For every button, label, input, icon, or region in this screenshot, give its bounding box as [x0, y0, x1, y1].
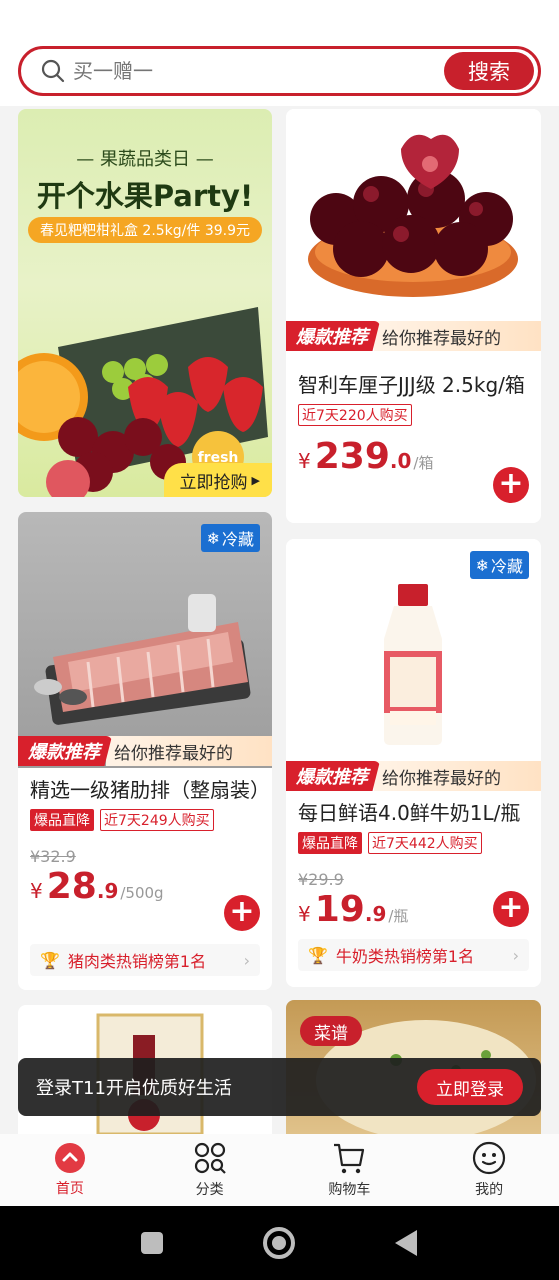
promo-slogan: 给你推荐最好的	[374, 321, 541, 351]
nav-home-label: 首页	[55, 1181, 84, 1197]
sales-tag: 近7天220人购买	[298, 404, 412, 426]
price-integer: 28	[46, 866, 97, 907]
price-integer: 19	[314, 889, 365, 930]
price-decimal: .0	[389, 449, 412, 473]
search-button[interactable]: 搜索	[444, 52, 534, 90]
back-button[interactable]	[395, 1230, 417, 1256]
currency-symbol: ¥	[30, 879, 43, 903]
currency-symbol: ¥	[298, 902, 311, 926]
product-title: 每日鲜语4.0鲜牛奶1L/瓶	[298, 801, 521, 825]
product-title: 精选一级猪肋排（整扇装）	[30, 778, 270, 802]
nav-profile-label: 我的	[475, 1182, 504, 1198]
price-integer: 239	[314, 436, 390, 477]
fruit-basket-image: fresh	[18, 307, 268, 497]
login-toast: 登录T11开启优质好生活 立即登录	[18, 1058, 541, 1116]
home-system-button[interactable]	[263, 1227, 295, 1259]
snowflake-icon: ❄	[206, 528, 220, 548]
nav-cart-label: 购物车	[328, 1182, 371, 1198]
recipe-badge: 菜谱	[300, 1016, 362, 1046]
cold-storage-badge: ❄ 冷藏	[469, 551, 529, 579]
promo-strip: 爆款推荐 给你推荐最好的	[286, 319, 541, 353]
price-decimal: .9	[364, 902, 387, 926]
price-drop-tag: 爆品直降	[30, 809, 94, 831]
product-image-milk: ❄ 冷藏 爆款推荐 给你推荐最好的	[286, 539, 541, 793]
cold-storage-badge: ❄ 冷藏	[200, 524, 260, 552]
chevron-right-icon: ›	[512, 945, 519, 965]
fruit-banner-card[interactable]: — 果蔬品类日 — 开个水果Party! 春见粑粑柑礼盒 2.5kg/件 39.…	[18, 109, 272, 497]
product-title: 智利车厘子JJJ级 2.5kg/箱	[298, 373, 525, 397]
banner-cta-button[interactable]: 立即抢购 ▶	[163, 463, 272, 497]
system-nav-bar	[0, 1206, 559, 1280]
banner-subtitle: — 果蔬品类日 —	[76, 149, 214, 170]
cart-icon	[334, 1143, 365, 1174]
price-unit: /箱	[413, 454, 434, 472]
promo-strip: 爆款推荐 给你推荐最好的	[18, 734, 272, 768]
home-icon	[54, 1143, 85, 1173]
currency-symbol: ¥	[298, 449, 311, 473]
product-card-pork-ribs[interactable]: ❄ 冷藏 爆款推荐 给你推荐最好的 精选一级猪肋排（整扇装） 爆品直降 近7天2…	[18, 512, 272, 990]
login-prompt: 登录T11开启优质好生活	[36, 1078, 232, 1099]
search-icon	[41, 59, 65, 83]
promo-slogan: 给你推荐最好的	[374, 761, 541, 791]
triangle-right-icon: ▶	[251, 473, 260, 487]
chevron-right-icon: ›	[243, 950, 250, 970]
promo-label: 爆款推荐	[286, 321, 380, 351]
nav-category[interactable]: 分类	[140, 1134, 280, 1206]
recents-button[interactable]	[141, 1232, 163, 1254]
add-to-cart-button[interactable]: +	[224, 895, 260, 931]
promo-label: 爆款推荐	[18, 736, 112, 766]
price-unit: /500g	[120, 884, 164, 902]
rank-label: 猪肉类热销榜第1名	[67, 952, 207, 971]
trophy-icon: 🏆	[308, 945, 328, 965]
nav-category-label: 分类	[195, 1182, 224, 1198]
nav-profile[interactable]: 我的	[419, 1134, 559, 1206]
promo-strip: 爆款推荐 给你推荐最好的	[286, 759, 541, 793]
search-header: 搜索	[0, 0, 559, 106]
cold-storage-label: 冷藏	[221, 530, 254, 549]
original-price: ¥29.9	[298, 870, 344, 889]
sales-tag: 近7天249人购买	[100, 809, 214, 831]
banner-title: 开个水果Party!	[36, 179, 254, 213]
rank-label: 牛奶类热销榜第1名	[335, 947, 475, 966]
promo-slogan: 给你推荐最好的	[106, 736, 272, 766]
price-drop-tag: 爆品直降	[298, 832, 362, 854]
product-card-cherries[interactable]: 爆款推荐 给你推荐最好的 智利车厘子JJJ级 2.5kg/箱 近7天220人购买…	[286, 109, 541, 523]
login-button[interactable]: 立即登录	[417, 1069, 523, 1105]
category-icon	[194, 1142, 226, 1174]
add-to-cart-button[interactable]: +	[493, 891, 529, 927]
sales-tag: 近7天442人购买	[368, 832, 482, 854]
rank-link[interactable]: 🏆 牛奶类热销榜第1名 ›	[298, 939, 529, 971]
cold-storage-label: 冷藏	[490, 557, 523, 576]
add-to-cart-button[interactable]: +	[493, 467, 529, 503]
trophy-icon: 🏆	[40, 950, 60, 970]
search-input[interactable]	[73, 59, 413, 83]
product-card-milk[interactable]: ❄ 冷藏 爆款推荐 给你推荐最好的 每日鲜语4.0鲜牛奶1L/瓶 爆品直降 近7…	[286, 539, 541, 987]
search-bar[interactable]: 搜索	[18, 46, 541, 96]
bottom-nav: 首页 分类 购物车 我的	[0, 1134, 559, 1206]
price-decimal: .9	[96, 879, 119, 903]
price-unit: /瓶	[388, 907, 409, 925]
snowflake-icon: ❄	[475, 555, 489, 575]
product-image-cherries: 爆款推荐 给你推荐最好的	[286, 109, 541, 365]
nav-cart[interactable]: 购物车	[280, 1134, 420, 1206]
banner-cta-label: 立即抢购	[179, 472, 248, 493]
promo-label: 爆款推荐	[286, 761, 380, 791]
rank-link[interactable]: 🏆 猪肉类热销榜第1名 ›	[30, 944, 260, 976]
profile-icon	[473, 1141, 506, 1175]
nav-home[interactable]: 首页	[0, 1134, 140, 1206]
original-price: ¥32.9	[30, 847, 76, 866]
product-image-pork-ribs: ❄ 冷藏 爆款推荐 给你推荐最好的	[18, 512, 272, 768]
